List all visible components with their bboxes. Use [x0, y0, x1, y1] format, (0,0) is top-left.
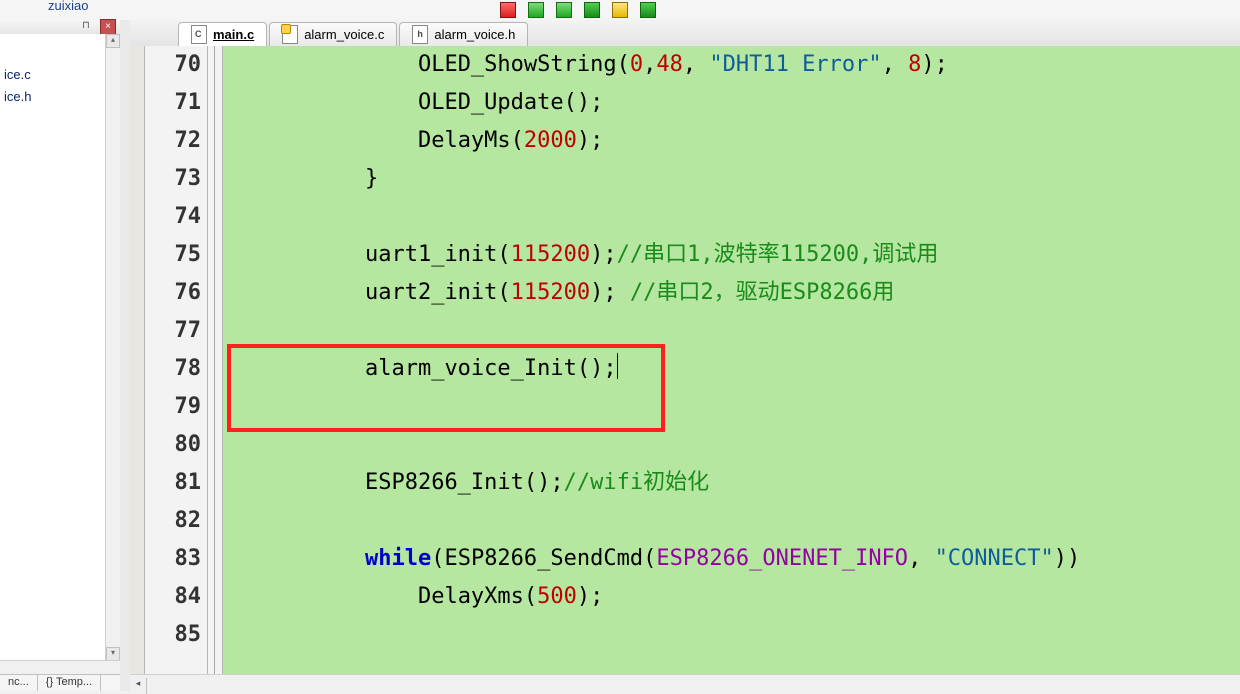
- line-number: 71: [145, 84, 201, 122]
- code-line[interactable]: DelayXms(500);: [259, 578, 1240, 616]
- file-tab-label: alarm_voice.c: [304, 27, 384, 42]
- code-line[interactable]: [259, 388, 1240, 426]
- toolbar-icon-5[interactable]: [612, 2, 628, 18]
- line-number: 75: [145, 236, 201, 274]
- code-line[interactable]: OLED_Update();: [259, 84, 1240, 122]
- code-line[interactable]: while(ESP8266_SendCmd(ESP8266_ONENET_INF…: [259, 540, 1240, 578]
- line-number: 70: [145, 46, 201, 84]
- toolbar-icon-6[interactable]: [640, 2, 656, 18]
- line-number: 80: [145, 426, 201, 464]
- side-panel-horizontal-scrollbar[interactable]: [0, 660, 120, 675]
- tree-file-item[interactable]: ice.c: [0, 64, 106, 86]
- line-number: 76: [145, 274, 201, 312]
- line-number: 81: [145, 464, 201, 502]
- code-area[interactable]: OLED_ShowString(0,48, "DHT11 Error", 8);…: [223, 46, 1240, 675]
- toolbar-icon-2[interactable]: [528, 2, 544, 18]
- top-toolbar: zuixiao: [0, 0, 1240, 21]
- file-tab[interactable]: main.c: [178, 22, 267, 46]
- line-number: 84: [145, 578, 201, 616]
- code-line[interactable]: OLED_ShowString(0,48, "DHT11 Error", 8);: [259, 46, 1240, 84]
- line-number-gutter: 70717273747576777879808182838485: [145, 46, 208, 675]
- side-panel-vertical-scrollbar[interactable]: ▴ ▾: [105, 34, 120, 661]
- side-panel-tree[interactable]: ice.c ice.h: [0, 34, 106, 661]
- line-number: 85: [145, 616, 201, 654]
- line-number: 83: [145, 540, 201, 578]
- file-tab-label: main.c: [213, 27, 254, 42]
- editor-body: 70717273747576777879808182838485 OLED_Sh…: [130, 46, 1240, 675]
- side-panel-bottom-tab[interactable]: {} Temp...: [38, 675, 101, 691]
- code-line[interactable]: [259, 198, 1240, 236]
- code-line[interactable]: uart2_init(115200); //串口2，驱动ESP8266用: [259, 274, 1240, 312]
- side-panel-bottom-tabs: nc... {} Temp...: [0, 674, 120, 691]
- scroll-up-icon[interactable]: ▴: [106, 34, 120, 48]
- side-panel: ⊓ × ice.c ice.h ▴ ▾ nc... {} Temp...: [0, 20, 121, 691]
- code-line[interactable]: }: [259, 160, 1240, 198]
- editor-pane: main.calarm_voice.calarm_voice.h 7071727…: [130, 20, 1240, 691]
- code-line[interactable]: [259, 426, 1240, 464]
- file-tab[interactable]: alarm_voice.c: [269, 22, 397, 46]
- file-icon: [191, 25, 207, 44]
- side-panel-header: ⊓ ×: [0, 20, 120, 35]
- code-wrap: 70717273747576777879808182838485 OLED_Sh…: [130, 46, 1240, 675]
- line-number: 82: [145, 502, 201, 540]
- file-tab-bar: main.c alarm_voice.c alarm_voice.h: [130, 20, 1240, 47]
- toolbar-icon-1[interactable]: [500, 2, 516, 18]
- pin-icon[interactable]: ⊓: [82, 20, 94, 32]
- toolbar-icon-3[interactable]: [556, 2, 572, 18]
- scroll-down-icon[interactable]: ▾: [106, 647, 120, 661]
- tree-file-item[interactable]: ice.h: [0, 86, 106, 108]
- toolbar-item-zuixiao[interactable]: zuixiao: [48, 0, 88, 13]
- code-line[interactable]: alarm_voice_Init();: [259, 350, 1240, 388]
- line-number: 78: [145, 350, 201, 388]
- fold-rail[interactable]: [208, 46, 223, 675]
- line-number: 74: [145, 198, 201, 236]
- line-number: 77: [145, 312, 201, 350]
- text-caret: [617, 353, 618, 379]
- code-line[interactable]: uart1_init(115200);//串口1,波特率115200,调试用: [259, 236, 1240, 274]
- code-line[interactable]: [259, 312, 1240, 350]
- line-number: 73: [145, 160, 201, 198]
- line-number: 72: [145, 122, 201, 160]
- scroll-left-icon[interactable]: ◂: [130, 678, 147, 694]
- line-number: 79: [145, 388, 201, 426]
- code-line[interactable]: DelayMs(2000);: [259, 122, 1240, 160]
- file-icon: [412, 25, 428, 44]
- code-line[interactable]: [259, 616, 1240, 654]
- toolbar-icon-4[interactable]: [584, 2, 600, 18]
- side-panel-bottom-tab[interactable]: nc...: [0, 675, 38, 691]
- toolbar-icon-group: [500, 0, 656, 20]
- close-panel-button[interactable]: ×: [100, 19, 116, 35]
- file-tab-label: alarm_voice.h: [434, 27, 515, 42]
- file-tab[interactable]: alarm_voice.h: [399, 22, 528, 46]
- code-line[interactable]: ESP8266_Init();//wifi初始化: [259, 464, 1240, 502]
- code-line[interactable]: [259, 502, 1240, 540]
- file-icon: [282, 25, 298, 44]
- editor-margin-rail: [130, 46, 145, 675]
- editor-horizontal-scrollbar[interactable]: ◂: [130, 674, 1240, 691]
